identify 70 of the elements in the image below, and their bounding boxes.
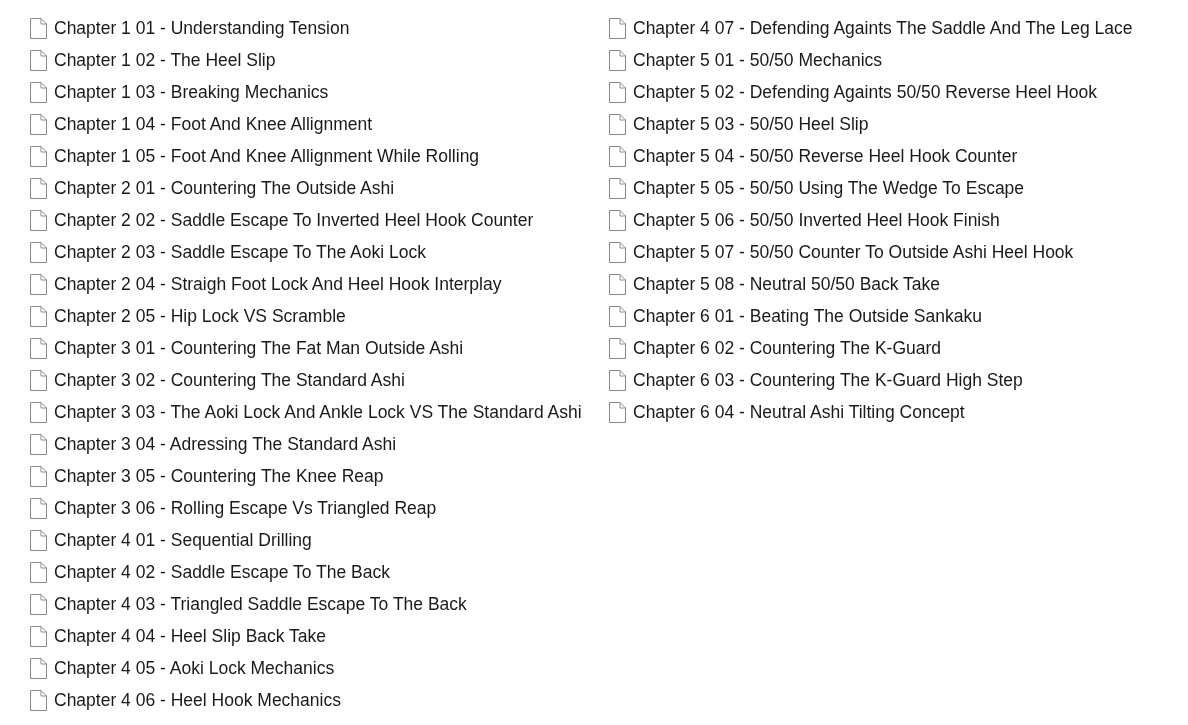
document-icon <box>30 657 47 679</box>
file-name[interactable]: Chapter 1 03 - Breaking Mechanics <box>54 81 329 103</box>
document-icon <box>30 145 47 167</box>
file-name[interactable]: Chapter 5 07 - 50/50 Counter To Outside Ashi Heel Hook <box>633 241 1074 263</box>
document-icon <box>30 625 47 647</box>
file-name[interactable]: Chapter 5 06 - 50/50 Inverted Heel Hook Finish <box>633 209 1000 231</box>
document-icon <box>609 17 626 39</box>
document-icon <box>609 273 626 295</box>
document-icon <box>30 433 47 455</box>
file-name[interactable]: Chapter 1 04 - Foot And Knee Allignment <box>54 113 373 135</box>
file-name[interactable]: Chapter 2 02 - Saddle Escape To Inverted Heel Hook Counter <box>54 209 534 231</box>
document-icon <box>30 561 47 583</box>
document-icon <box>30 689 47 711</box>
document-icon <box>609 241 626 263</box>
file-name[interactable]: Chapter 3 03 - The Aoki Lock And Ankle Lock VS The Standard Ashi <box>54 401 582 423</box>
document-icon <box>30 49 47 71</box>
document-icon <box>30 17 47 39</box>
document-icon <box>30 113 47 135</box>
file-name[interactable]: Chapter 1 05 - Foot And Knee Allignment While Rolling <box>54 145 480 167</box>
document-icon <box>30 177 47 199</box>
document-icon <box>609 209 626 231</box>
file-name[interactable]: Chapter 4 07 - Defending Againts The Saddle And The Leg Lace <box>633 17 1133 39</box>
document-icon <box>30 81 47 103</box>
file-name[interactable]: Chapter 5 08 - Neutral 50/50 Back Take <box>633 273 941 295</box>
document-icon <box>30 273 47 295</box>
document-icon <box>30 241 47 263</box>
file-name[interactable]: Chapter 2 05 - Hip Lock VS Scramble <box>54 305 346 327</box>
file-name[interactable]: Chapter 6 01 - Beating The Outside Sankaku <box>633 305 982 327</box>
file-name[interactable]: Chapter 3 02 - Countering The Standard Ashi <box>54 369 405 391</box>
file-name[interactable]: Chapter 4 01 - Sequential Drilling <box>54 529 312 551</box>
file-name[interactable]: Chapter 4 02 - Saddle Escape To The Back <box>54 561 390 583</box>
document-icon <box>609 337 626 359</box>
file-name[interactable]: Chapter 6 03 - Countering The K-Guard High Step <box>633 369 1023 391</box>
document-icon <box>609 401 626 423</box>
document-icon <box>30 337 47 359</box>
file-name[interactable]: Chapter 4 05 - Aoki Lock Mechanics <box>54 657 335 679</box>
file-name[interactable]: Chapter 2 01 - Countering The Outside Ashi <box>54 177 395 199</box>
file-name[interactable]: Chapter 5 03 - 50/50 Heel Slip <box>633 113 869 135</box>
file-name[interactable]: Chapter 3 06 - Rolling Escape Vs Triangled Reap <box>54 497 437 519</box>
document-icon <box>609 305 626 327</box>
document-icon <box>30 465 47 487</box>
file-name[interactable]: Chapter 2 03 - Saddle Escape To The Aoki Lock <box>54 241 426 263</box>
document-icon <box>609 177 626 199</box>
file-name[interactable]: Chapter 5 02 - Defending Againts 50/50 Reverse Heel Hook <box>633 81 1098 103</box>
file-name[interactable]: Chapter 3 05 - Countering The Knee Reap <box>54 465 384 487</box>
file-name[interactable]: Chapter 6 02 - Countering The K-Guard <box>633 337 942 359</box>
file-name[interactable]: Chapter 5 01 - 50/50 Mechanics <box>633 49 883 71</box>
file-name[interactable]: Chapter 6 04 - Neutral Ashi Tilting Concept <box>633 401 965 423</box>
file-name[interactable]: Chapter 4 03 - Triangled Saddle Escape To The Back <box>54 593 467 615</box>
file-name[interactable]: Chapter 4 06 - Heel Hook Mechanics <box>54 689 341 711</box>
file-name[interactable]: Chapter 5 04 - 50/50 Reverse Heel Hook Counter <box>633 145 1018 167</box>
document-icon <box>609 145 626 167</box>
document-icon <box>609 369 626 391</box>
file-name[interactable]: Chapter 3 04 - Adressing The Standard Ashi <box>54 433 397 455</box>
file-name[interactable]: Chapter 3 01 - Countering The Fat Man Outside Ashi <box>54 337 464 359</box>
file-name[interactable]: Chapter 5 05 - 50/50 Using The Wedge To Escape <box>633 177 1025 199</box>
file-name[interactable]: Chapter 1 02 - The Heel Slip <box>54 49 276 71</box>
document-icon <box>609 49 626 71</box>
document-icon <box>30 401 47 423</box>
document-icon <box>30 209 47 231</box>
document-icon <box>30 369 47 391</box>
file-name[interactable]: Chapter 2 04 - Straigh Foot Lock And Heel Hook Interplay <box>54 273 502 295</box>
document-icon <box>609 113 626 135</box>
document-icon <box>30 305 47 327</box>
document-icon <box>30 497 47 519</box>
document-icon <box>30 529 47 551</box>
document-icon <box>30 593 47 615</box>
file-name[interactable]: Chapter 1 01 - Understanding Tension <box>54 17 350 39</box>
file-name[interactable]: Chapter 4 04 - Heel Slip Back Take <box>54 625 327 647</box>
document-icon <box>609 81 626 103</box>
